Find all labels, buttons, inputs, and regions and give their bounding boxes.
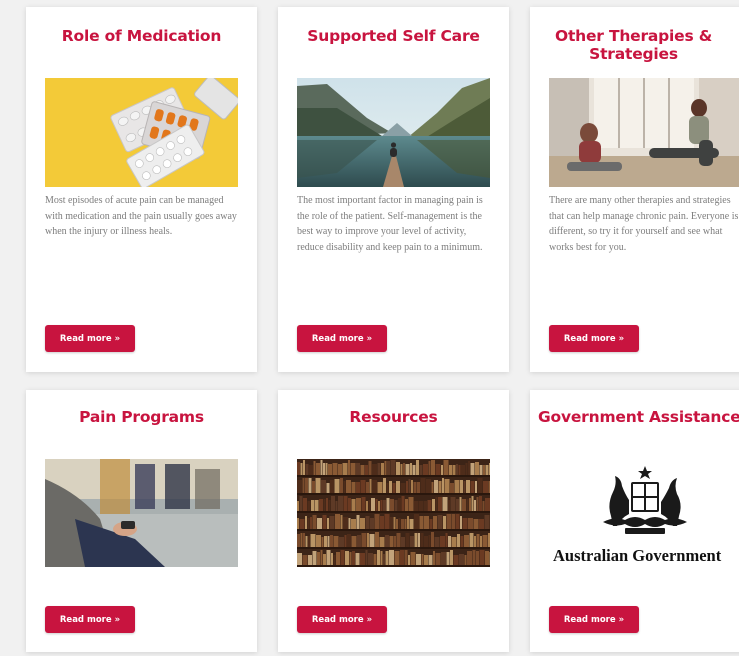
lake-image [297, 78, 490, 187]
card-title: Other Therapies & Strategies [554, 27, 713, 63]
card-description: There are many other therapies and strat… [549, 195, 739, 253]
read-more-button[interactable]: Read more » [297, 606, 387, 633]
group-session-image [45, 459, 238, 567]
read-more-button[interactable]: Read more » [549, 325, 639, 352]
stretching-image [549, 78, 739, 187]
card-government-assistance: Government Assistance Australian Governm… [530, 390, 739, 652]
australian-government-logo-text: Australian Government [553, 546, 722, 565]
read-more-button[interactable]: Read more » [549, 606, 639, 633]
pills-image [45, 78, 238, 187]
card-supported-self-care: Supported Self Care The most important f… [278, 7, 509, 372]
card-other-therapies: Other Therapies & Strategies There are m… [530, 7, 739, 372]
bookshelves-image [297, 459, 490, 567]
card-resources: Resources Read more » [278, 390, 509, 652]
card-role-of-medication: Role of Medication Most episodes of acut… [26, 7, 257, 372]
card-title: Role of Medication [61, 27, 222, 45]
read-more-button[interactable]: Read more » [45, 606, 135, 633]
card-description: Most episodes of acute pain can be manag… [45, 195, 237, 238]
card-pain-programs: Pain Programs Read more » [26, 390, 257, 652]
card-title: Government Assistance [538, 408, 739, 426]
card-title: Resources [349, 408, 438, 426]
card-description: The most important factor in managing pa… [297, 195, 483, 253]
card-title: Supported Self Care [307, 27, 480, 45]
coat-of-arms-icon [595, 464, 695, 540]
read-more-button[interactable]: Read more » [45, 325, 135, 352]
read-more-button[interactable]: Read more » [297, 325, 387, 352]
card-title: Pain Programs [79, 408, 204, 426]
